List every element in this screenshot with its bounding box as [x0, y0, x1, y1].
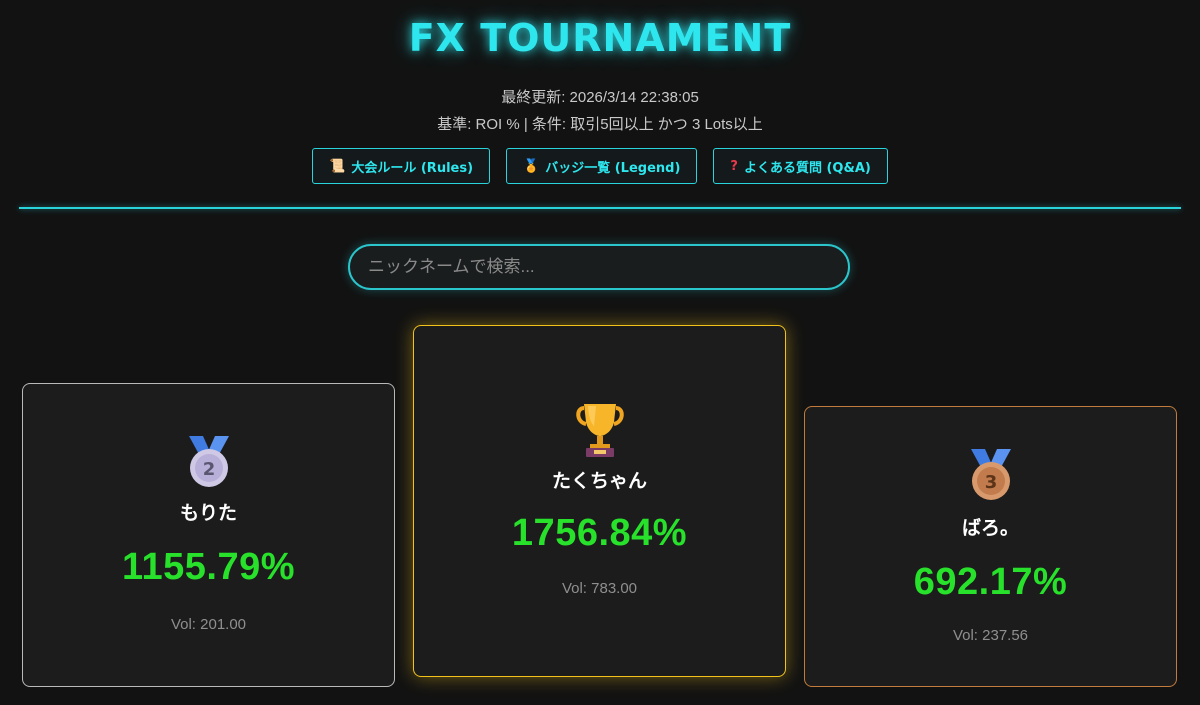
legend-button[interactable]: 🏅 バッジ一覧 (Legend)	[506, 148, 698, 184]
player-name: もりた	[179, 502, 237, 524]
nav-button-row: 📜 大会ルール (Rules) 🏅 バッジ一覧 (Legend) ? よくある質…	[0, 148, 1200, 184]
podium-card-third: 3 ばろ。 692.17% Vol: 237.56	[804, 406, 1177, 687]
svg-text:2: 2	[202, 459, 215, 480]
leaderboard-page: FX TOURNAMENT 最終更新: 2026/3/14 22:38:05 基…	[0, 0, 1200, 705]
faq-button-label: よくある質問 (Q&A)	[743, 160, 871, 176]
criteria-text: 基準: ROI % | 条件: 取引5回以上 かつ 3 Lots以上	[437, 116, 763, 133]
rules-button-label: 大会ルール (Rules)	[351, 160, 474, 176]
podium-card-second: 2 もりた 1155.79% Vol: 201.00	[22, 383, 395, 687]
roi-value: 1756.84%	[511, 512, 688, 554]
volume-text: Vol: 201.00	[170, 616, 247, 633]
search-container	[348, 244, 850, 290]
svg-text:3: 3	[984, 472, 997, 493]
legend-button-label: バッジ一覧 (Legend)	[545, 160, 681, 176]
last-updated-text: 最終更新: 2026/3/14 22:38:05	[501, 89, 699, 106]
question-icon: ?	[730, 158, 738, 174]
trophy-icon	[574, 400, 626, 462]
faq-button[interactable]: ? よくある質問 (Q&A)	[713, 148, 888, 184]
page-title: FX TOURNAMENT	[408, 16, 792, 60]
medal-icon: 🏅	[523, 158, 540, 174]
volume-text: Vol: 783.00	[561, 580, 638, 597]
header-divider	[19, 207, 1181, 209]
roi-value: 1155.79%	[121, 546, 296, 588]
nickname-search-input[interactable]	[348, 244, 850, 290]
silver-medal-icon: 2	[183, 434, 235, 494]
volume-text: Vol: 237.56	[952, 627, 1029, 644]
podium-card-first: たくちゃん 1756.84% Vol: 783.00	[413, 325, 786, 677]
player-name: たくちゃん	[551, 470, 647, 492]
scroll-icon: 📜	[329, 158, 346, 174]
rules-button[interactable]: 📜 大会ルール (Rules)	[312, 148, 491, 184]
bronze-medal-icon: 3	[965, 447, 1017, 507]
roi-value: 692.17%	[913, 561, 1068, 603]
player-name: ばろ。	[961, 517, 1019, 539]
